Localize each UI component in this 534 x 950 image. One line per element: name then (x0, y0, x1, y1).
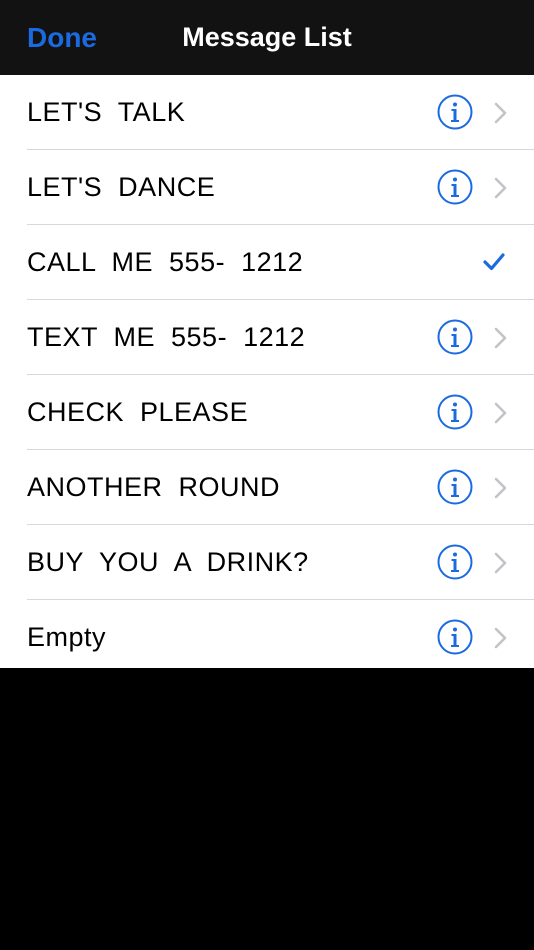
list-item-label: CALL ME 555- 1212 (27, 247, 304, 277)
list-item[interactable]: ANOTHER ROUND (0, 450, 534, 525)
chevron-right-icon (494, 327, 507, 349)
info-icon[interactable] (437, 619, 473, 655)
list-item-label: LET'S DANCE (27, 172, 216, 202)
chevron-right-icon (494, 552, 507, 574)
chevron-right-icon (494, 402, 507, 424)
chevron-right-icon (494, 477, 507, 499)
navigation-bar: Message List Done (0, 0, 534, 75)
done-button[interactable]: Done (27, 0, 97, 75)
list-item[interactable]: Empty (0, 600, 534, 668)
chevron-right-icon (494, 102, 507, 124)
info-icon[interactable] (437, 394, 473, 430)
list-item[interactable]: LET'S DANCE (0, 150, 534, 225)
checkmark-icon (483, 253, 505, 271)
info-icon[interactable] (437, 544, 473, 580)
info-icon[interactable] (437, 94, 473, 130)
list-item-label: CHECK PLEASE (27, 397, 249, 427)
info-icon[interactable] (437, 169, 473, 205)
info-icon[interactable] (437, 469, 473, 505)
list-item[interactable]: CHECK PLEASE (0, 375, 534, 450)
list-item-label: TEXT ME 555- 1212 (27, 322, 306, 352)
list-item-selected[interactable]: CALL ME 555- 1212 (0, 225, 534, 300)
list-item[interactable]: TEXT ME 555- 1212 (0, 300, 534, 375)
list-item-label: Empty (27, 622, 107, 652)
message-list: LET'S TALK LET'S DANCE CALL ME 555- 1212 (0, 75, 534, 668)
chevron-right-icon (494, 177, 507, 199)
list-item-label: ANOTHER ROUND (27, 472, 281, 502)
list-item-label: LET'S TALK (27, 97, 186, 127)
chevron-right-icon (494, 627, 507, 649)
list-item-label: BUY YOU A DRINK? (27, 547, 309, 577)
list-item[interactable]: BUY YOU A DRINK? (0, 525, 534, 600)
list-item[interactable]: LET'S TALK (0, 75, 534, 150)
info-icon[interactable] (437, 319, 473, 355)
